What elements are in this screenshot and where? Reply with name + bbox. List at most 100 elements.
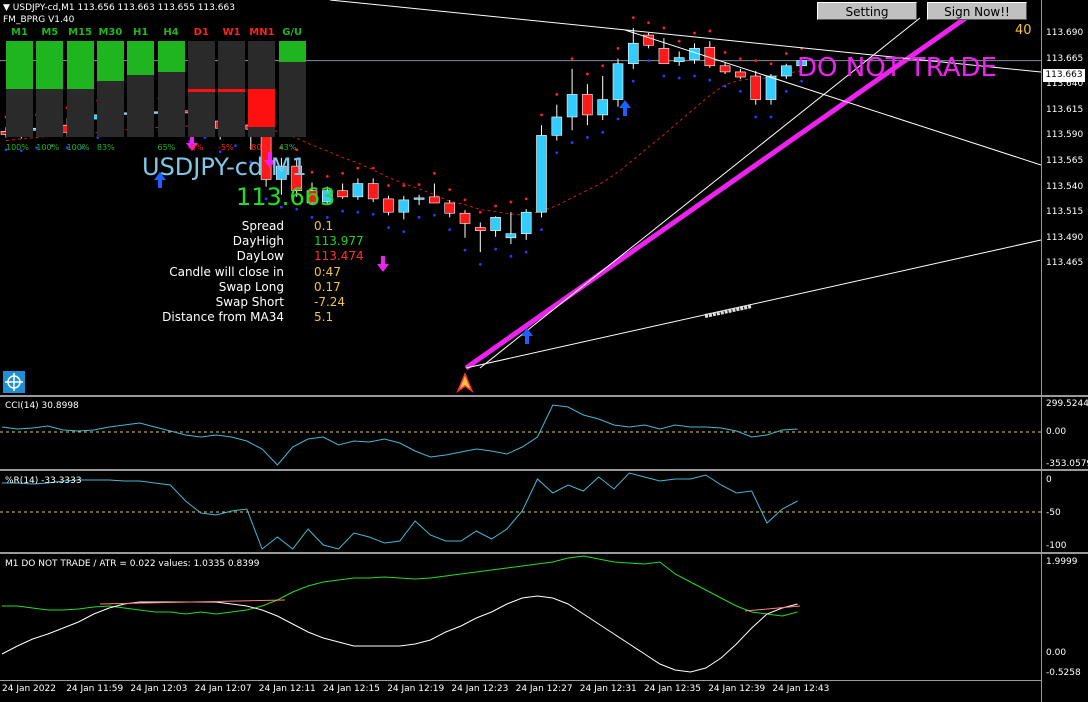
timeframe-bar bbox=[278, 41, 306, 137]
candle-body bbox=[367, 183, 379, 200]
support-dot bbox=[341, 209, 344, 213]
timeframe-name: D1 bbox=[193, 27, 209, 38]
sell-arrow-icon bbox=[377, 256, 389, 272]
candle-body bbox=[459, 212, 471, 224]
trendline-white-upper bbox=[624, 29, 1041, 166]
dropdown-triangle-icon[interactable]: ▼ bbox=[3, 3, 13, 13]
info-label: DayHigh bbox=[232, 234, 284, 249]
support-dot bbox=[356, 210, 360, 214]
cci-line bbox=[1, 404, 798, 466]
timeframe-bar bbox=[187, 41, 215, 137]
support-dot bbox=[494, 247, 497, 251]
timeframe-fill bbox=[157, 41, 185, 73]
counter-value: 40 bbox=[1015, 23, 1032, 38]
resistance-dot bbox=[708, 29, 712, 33]
low-star-icon bbox=[456, 372, 474, 394]
time-tick-label: 24 Jan 12:27 bbox=[515, 684, 573, 694]
setting-contents-button[interactable]: Setting Contents bbox=[817, 2, 917, 37]
price-tick-label: 113.665 bbox=[1046, 53, 1084, 64]
info-value: 113.977 bbox=[314, 234, 364, 249]
price-tick-label: 113.515 bbox=[1046, 207, 1084, 218]
candle-body bbox=[352, 183, 364, 198]
time-tick-label: 24 Jan 12:19 bbox=[387, 684, 445, 694]
support-dot bbox=[509, 254, 513, 258]
timeframe-name: G/U bbox=[282, 27, 303, 38]
timeframe-fill bbox=[248, 89, 276, 128]
candle-body bbox=[673, 57, 685, 62]
resistance-dot bbox=[739, 57, 742, 60]
timeframe-name: M30 bbox=[98, 27, 123, 38]
timeframe-fill bbox=[6, 41, 33, 89]
resistance-dot bbox=[662, 26, 666, 30]
support-dot bbox=[616, 117, 620, 121]
price-tick-label: 113.690 bbox=[1046, 28, 1084, 38]
resistance-dot bbox=[325, 174, 329, 178]
timeframe-name: M15 bbox=[68, 27, 93, 38]
resistance-dot bbox=[509, 200, 513, 204]
timeframe-name: MN1 bbox=[249, 27, 275, 38]
resistance-dot bbox=[631, 16, 635, 20]
candle-body bbox=[582, 94, 593, 116]
dnt-pink-line bbox=[744, 605, 801, 612]
support-dot bbox=[739, 89, 742, 93]
resistance-dot bbox=[494, 204, 497, 208]
info-value: 113.474 bbox=[314, 249, 364, 264]
cci-subwindow[interactable] bbox=[0, 397, 1041, 469]
williams-r-subwindow[interactable] bbox=[0, 471, 1041, 553]
cci-axis-zero: 0.00 bbox=[1046, 427, 1067, 437]
timeframe-percent: -80% bbox=[248, 143, 270, 152]
info-label: Candle will close in bbox=[169, 264, 284, 279]
support-dot bbox=[677, 76, 681, 80]
resistance-dot bbox=[754, 59, 758, 63]
candle-body bbox=[719, 65, 731, 73]
do-not-trade-subwindow[interactable] bbox=[0, 554, 1041, 680]
candle-body bbox=[566, 94, 578, 118]
support-dot bbox=[234, 144, 237, 148]
candle-body bbox=[444, 202, 456, 214]
timeframe-fill bbox=[66, 41, 94, 89]
info-value: 5.1 bbox=[314, 310, 334, 325]
wpr-axis-top: 0 bbox=[1046, 475, 1052, 485]
support-dot bbox=[784, 89, 788, 93]
timeframe-fill bbox=[127, 41, 155, 75]
support-dot bbox=[723, 84, 727, 88]
timeframe-percent: 65% bbox=[157, 143, 176, 152]
candle-body bbox=[750, 75, 762, 100]
time-tick-label: 24 Jan 12:39 bbox=[708, 684, 766, 694]
price-tick-label: 113.590 bbox=[1046, 130, 1084, 141]
candle-body bbox=[612, 63, 624, 100]
support-dot bbox=[693, 74, 696, 78]
timeframe-fill bbox=[218, 89, 246, 92]
cci-label: CCI(14) 30.8998 bbox=[5, 401, 79, 411]
support-dot bbox=[631, 79, 635, 83]
info-label: DayLow bbox=[236, 249, 284, 264]
resistance-dot bbox=[677, 39, 681, 43]
candle-body bbox=[383, 198, 394, 213]
support-dot bbox=[555, 151, 559, 155]
dnt-axis-top: 1.9999 bbox=[1046, 557, 1078, 567]
support-dot bbox=[371, 212, 375, 216]
candle-body bbox=[536, 135, 547, 213]
support-dot bbox=[433, 213, 436, 217]
support-dot bbox=[662, 74, 666, 78]
support-dot bbox=[524, 250, 528, 254]
support-dot bbox=[478, 263, 482, 266]
support-dot bbox=[310, 215, 314, 219]
support-dot bbox=[601, 130, 605, 134]
symbol-info-line: ▼ USDJPY-cd,M1 113.656 113.663 113.655 1… bbox=[3, 3, 235, 13]
resistance-dot bbox=[586, 72, 589, 76]
resistance-dot bbox=[417, 183, 421, 186]
sign-now-button[interactable]: Sign Now!! bbox=[927, 2, 1027, 20]
resistance-dot bbox=[693, 31, 696, 35]
info-label: Distance from MA34 bbox=[162, 310, 284, 325]
resistance-dot bbox=[356, 166, 360, 170]
resistance-dot bbox=[769, 62, 773, 66]
timeframe-percent: 83% bbox=[96, 143, 115, 152]
timeframe-name: H1 bbox=[133, 27, 149, 38]
resistance-dot bbox=[570, 57, 574, 60]
resistance-dot bbox=[310, 170, 314, 174]
crosshair-tool-icon[interactable] bbox=[3, 371, 25, 393]
support-dot bbox=[586, 136, 589, 139]
price-tick-label: 113.565 bbox=[1046, 156, 1084, 166]
dnt-label: M1 DO NOT TRADE / ATR = 0.022 values: 1.… bbox=[5, 559, 260, 569]
